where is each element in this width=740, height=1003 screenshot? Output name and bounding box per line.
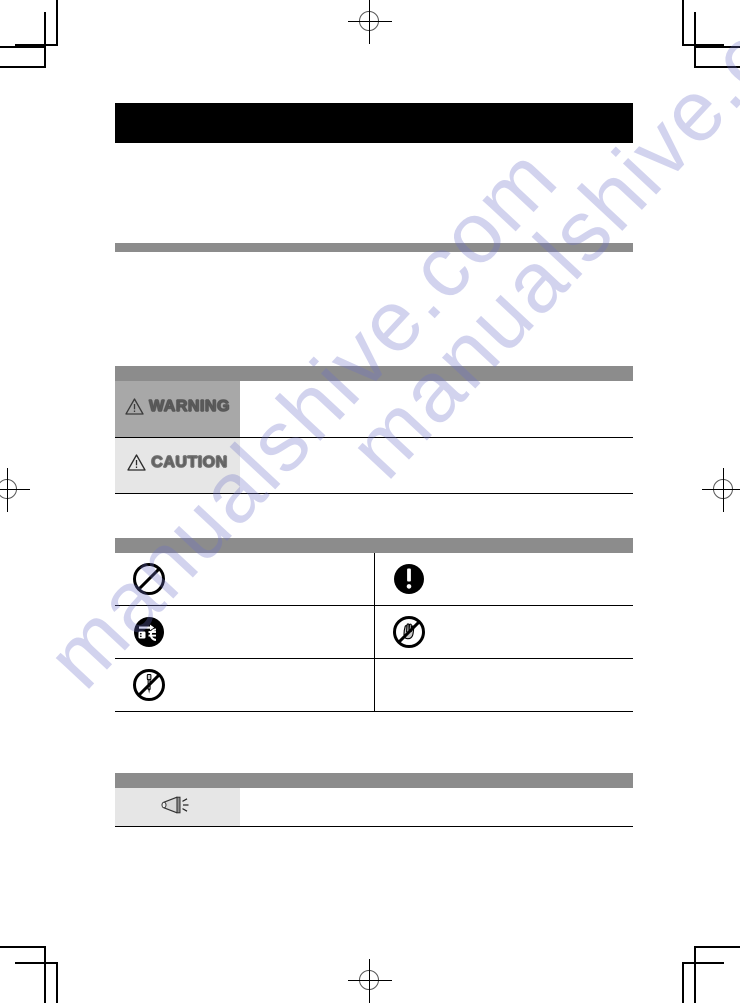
section-title-banner [115,103,633,143]
prohibition-circle-icon [131,561,167,597]
registration-mark-top-center [348,0,392,44]
table-row [115,788,633,827]
symbol-cell-unplug [115,605,375,659]
caution-description-cell [240,437,633,494]
severity-levels-table: WARNING CAUTION [115,381,633,494]
note-table [115,788,633,827]
symbol-cell-do-not-disassemble [115,658,375,712]
site-watermark: manualshive.com manualshive.com [0,0,740,1003]
symbol-cell-mandatory [374,553,633,606]
caution-label-text: CAUTION [151,453,228,471]
caution-label-cell: CAUTION [115,437,240,494]
symbols-section-header-bar [115,538,633,553]
registration-mark-right-middle [702,468,740,512]
mandatory-exclamation-icon [391,561,427,597]
note-icon-cell [115,788,240,827]
safety-symbols-table [115,553,633,712]
symbol-cell-empty [374,658,633,712]
levels-section-header-bar [115,366,633,381]
do-not-disassemble-icon [131,667,167,703]
note-description-cell [240,788,633,827]
table-row [115,605,633,659]
warning-description-cell [240,381,633,438]
megaphone-notice-icon [158,792,198,818]
manual-page: WARNING CAUTION manualshive.com manualsh… [0,0,740,1003]
registration-mark-left-middle [0,468,30,512]
table-row [115,553,633,606]
table-row: WARNING [115,381,633,438]
warning-label-text: WARNING [149,397,230,415]
warning-label-cell: WARNING [115,381,240,438]
caution-triangle-icon [127,454,146,471]
unplug-power-cord-icon [131,614,167,650]
warning-triangle-icon [125,398,144,415]
symbol-cell-prohibition [115,553,375,606]
table-row: CAUTION [115,437,633,494]
registration-mark-bottom-center [348,959,392,1003]
intro-divider-bar [115,243,633,252]
symbol-cell-do-not-touch [374,605,633,659]
do-not-touch-hand-icon [391,614,427,650]
table-row [115,658,633,712]
note-section-header-bar [115,773,633,788]
